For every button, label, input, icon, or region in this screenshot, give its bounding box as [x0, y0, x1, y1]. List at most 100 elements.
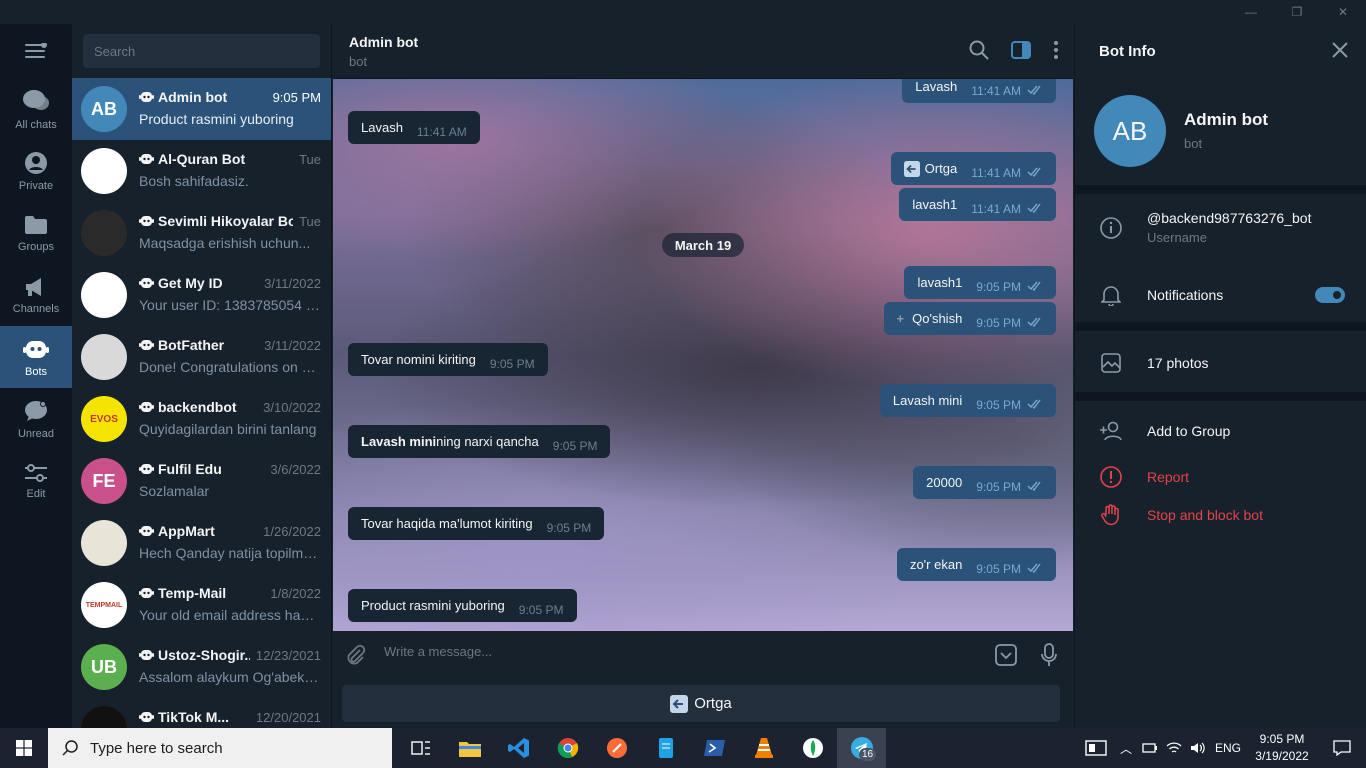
search-box[interactable] [83, 34, 320, 68]
outgoing-message[interactable]: Lavash 11:41 AM [902, 79, 1056, 103]
bot-icon [139, 402, 154, 412]
chat-name: backendbot [139, 399, 237, 415]
incoming-message[interactable]: Tovar nomini kiriting 9:05 PM [348, 343, 548, 376]
chat-time: 3/6/2022 [270, 461, 321, 477]
language-indicator[interactable]: ENG [1210, 741, 1246, 755]
folder-bots[interactable]: Bots [0, 326, 72, 388]
incoming-message[interactable]: Product rasmini yuboring 9:05 PM [348, 589, 577, 622]
outgoing-message[interactable]: + Qo'shish 9:05 PM [883, 302, 1056, 335]
message-text: Lavash mini [892, 393, 963, 408]
chat-list-item[interactable]: AB Admin bot 9:05 PM Product rasmini yubori… [72, 78, 331, 140]
search-input[interactable] [94, 43, 309, 59]
message-time: 9:05 PM [489, 356, 535, 371]
volume-icon[interactable] [1186, 741, 1210, 755]
username-row[interactable]: @backend987763276_bot Username [1075, 210, 1366, 245]
outgoing-message[interactable]: lavash1 9:05 PM [904, 266, 1056, 299]
folder-all-chats[interactable]: All chats [0, 78, 72, 140]
folder-channels[interactable]: Channels [0, 264, 72, 326]
more-vertical-icon[interactable] [1053, 41, 1059, 59]
message-time: 9:05 PM [976, 479, 1021, 494]
chat-list-item[interactable]: Get My ID 3/11/2022 Your user ID: 13837850… [72, 264, 331, 326]
chat-time: 3/10/2022 [263, 399, 321, 415]
incoming-message[interactable]: Lavash 11:41 AM [348, 111, 480, 144]
vlc-icon[interactable] [739, 728, 788, 768]
mongodb-compass-icon[interactable] [788, 728, 837, 768]
file-explorer-icon[interactable] [445, 728, 494, 768]
chat-list-item[interactable]: TEMPMAIL Temp-Mail 1/8/2022 Your old email … [72, 574, 331, 636]
chat-last-message: Bosh sahifadasiz. [139, 173, 249, 189]
maximize-button[interactable]: ❐ [1274, 0, 1320, 24]
folder-unread[interactable]: Unread [0, 388, 72, 450]
close-icon[interactable] [1332, 42, 1348, 58]
chat-last-message: Assalom alaykum Og'abek U... [139, 669, 321, 685]
chat-avatar [81, 334, 127, 380]
double-check-icon [1027, 85, 1041, 95]
chat-list-item[interactable]: Al-Quran Bot Tue Bosh sahifadasiz. [72, 140, 331, 202]
postman-icon[interactable] [592, 728, 641, 768]
message-time: 11:41 AM [971, 201, 1021, 216]
username-label: Username [1147, 230, 1207, 245]
double-check-icon [1027, 563, 1041, 573]
outgoing-message[interactable]: Ortga 11:41 AM [890, 152, 1056, 185]
bot-icon [139, 588, 154, 598]
chat-list-item[interactable]: EVOS backendbot 3/10/2022 Quyidagilardan bi… [72, 388, 331, 450]
chat-name: TikTok M... [139, 709, 229, 725]
notification-center-icon[interactable] [1318, 740, 1366, 756]
clock[interactable]: 9:05 PM 3/19/2022 [1246, 731, 1318, 765]
folder-groups[interactable]: Groups [0, 202, 72, 264]
add-user-icon [1100, 421, 1122, 441]
chat-list-item[interactable]: UB Ustoz-Shogir... 12/23/2021 Assalom alayk… [72, 636, 331, 698]
username-value: @backend987763276_bot [1147, 210, 1312, 226]
message-input[interactable] [384, 644, 964, 659]
report-row[interactable]: Report [1075, 465, 1366, 489]
message-area[interactable]: March 19 Lavash 11:41 AM Lavash 11:41 AM Ort… [333, 79, 1073, 631]
keyboard-button-ortga[interactable]: Ortga [342, 685, 1060, 722]
microphone-icon[interactable] [1041, 643, 1057, 667]
powershell-icon[interactable] [690, 728, 739, 768]
photos-row[interactable]: 17 photos [1075, 351, 1366, 375]
notifications-row[interactable]: Notifications [1075, 283, 1366, 307]
folder-label: Bots [24, 365, 47, 378]
folder-private[interactable]: Private [0, 140, 72, 202]
wifi-icon[interactable] [1162, 741, 1186, 755]
outgoing-message[interactable]: lavash1 11:41 AM [899, 188, 1056, 221]
incoming-message[interactable]: Tovar haqida ma'lumot kiriting 9:05 PM [348, 507, 605, 540]
add-to-group-row[interactable]: Add to Group [1075, 419, 1366, 443]
screen-icon[interactable] [1078, 740, 1114, 756]
outgoing-message[interactable]: Lavash mini 9:05 PM [879, 384, 1056, 417]
taskbar-search[interactable]: Type here to search [48, 728, 392, 768]
stop-block-row[interactable]: Stop and block bot [1075, 503, 1366, 527]
system-tray: ︿ ENG 9:05 PM 3/19/2022 [1078, 728, 1366, 768]
main-menu-button[interactable] [0, 24, 72, 78]
chat-list-item[interactable]: TikTok M... 12/20/2021 [72, 698, 331, 728]
notifications-toggle[interactable] [1315, 287, 1345, 303]
chevron-up-icon[interactable]: ︿ [1114, 740, 1138, 757]
chat-list-item[interactable]: Sevimli Hikoyalar Bot Tue Maqsadga erishis… [72, 202, 331, 264]
incoming-message[interactable]: Lavash mini ning narxi qancha 9:05 PM [348, 425, 611, 458]
attach-icon[interactable] [345, 644, 367, 666]
vscode-icon[interactable] [494, 728, 543, 768]
chat-header[interactable]: Admin bot bot [333, 24, 1073, 79]
folder-edit[interactable]: Edit [0, 450, 72, 512]
telegram-badge: 16 [859, 748, 877, 761]
chat-list-item[interactable]: AppMart 1/26/2022 Hech Qanday natija topil… [72, 512, 331, 574]
minimize-button[interactable]: — [1228, 0, 1274, 24]
start-button[interactable] [0, 728, 48, 768]
search-icon[interactable] [969, 40, 989, 60]
chat-name-text: Temp-Mail [158, 585, 227, 601]
telegram-icon[interactable]: 16 [837, 728, 886, 768]
close-window-button[interactable]: ✕ [1320, 0, 1366, 24]
outgoing-message[interactable]: zo'r ekan 9:05 PM [896, 548, 1056, 581]
chat-list-item[interactable]: BotFather 3/11/2022 Done! Congratulations … [72, 326, 331, 388]
notepad-icon[interactable] [641, 728, 690, 768]
bot-info-panel: Bot Info AB Admin bot bot @backend987763… [1074, 24, 1366, 728]
battery-icon[interactable] [1138, 742, 1162, 754]
bot-keyboard-icon[interactable] [995, 644, 1017, 666]
task-view-icon[interactable] [396, 728, 445, 768]
sidebar-toggle-icon[interactable] [1011, 41, 1031, 59]
outgoing-message[interactable]: 20000 9:05 PM [913, 466, 1056, 499]
message-time: 9:05 PM [976, 561, 1021, 576]
bot-icon [23, 340, 49, 358]
chrome-icon[interactable] [543, 728, 592, 768]
chat-list-item[interactable]: FE Fulfil Edu 3/6/2022 Sozlamalar [72, 450, 331, 512]
